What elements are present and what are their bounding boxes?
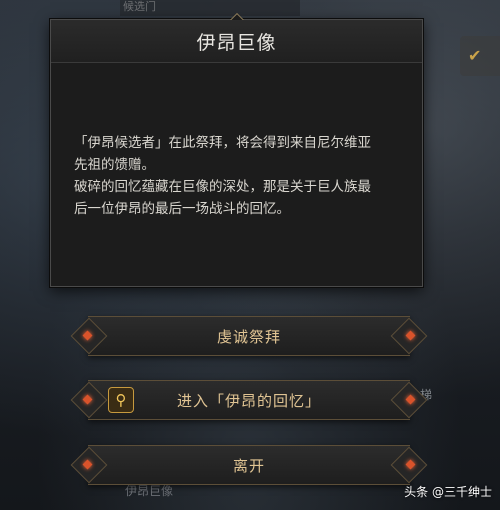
watermark: 头条 @三千绅士: [404, 485, 492, 499]
checkmark-icon: ✔: [468, 46, 482, 65]
description-line: 先祖的馈赠。: [74, 157, 155, 173]
description-line: 破碎的回忆蕴藏在巨像的深处，那是关于巨人族最: [74, 179, 371, 195]
search-icon: ⚲: [108, 387, 134, 413]
enter-memory-button[interactable]: ⚲ 进入「伊昂的回忆」: [82, 380, 416, 420]
dialog-header: 伊昂巨像: [51, 20, 422, 63]
enter-memory-button-label: 进入「伊昂的回忆」: [176, 392, 321, 410]
worship-button[interactable]: 虔诚祭拜: [82, 316, 416, 356]
description-line: 「伊昂候选者」在此祭拜，将会得到来自尼尔维亚: [74, 135, 371, 151]
leave-button[interactable]: 离开: [82, 445, 416, 485]
description-line: 后一位伊昂的最后一场战斗的回忆。: [74, 201, 290, 217]
leave-button-label: 离开: [232, 457, 265, 475]
top-strip-text: 候选门: [123, 0, 156, 13]
dialog-description: 「伊昂候选者」在此祭拜，将会得到来自尼尔维亚 先祖的馈赠。 破碎的回忆蕴藏在巨像…: [74, 132, 409, 220]
worship-button-label: 虔诚祭拜: [216, 328, 281, 346]
colossus-dialog: 伊昂巨像 「伊昂候选者」在此祭拜，将会得到来自尼尔维亚 先祖的馈赠。 破碎的回忆…: [50, 12, 423, 287]
quest-check-tab[interactable]: ✔: [460, 36, 500, 76]
dialog-title: 伊昂巨像: [196, 32, 277, 54]
